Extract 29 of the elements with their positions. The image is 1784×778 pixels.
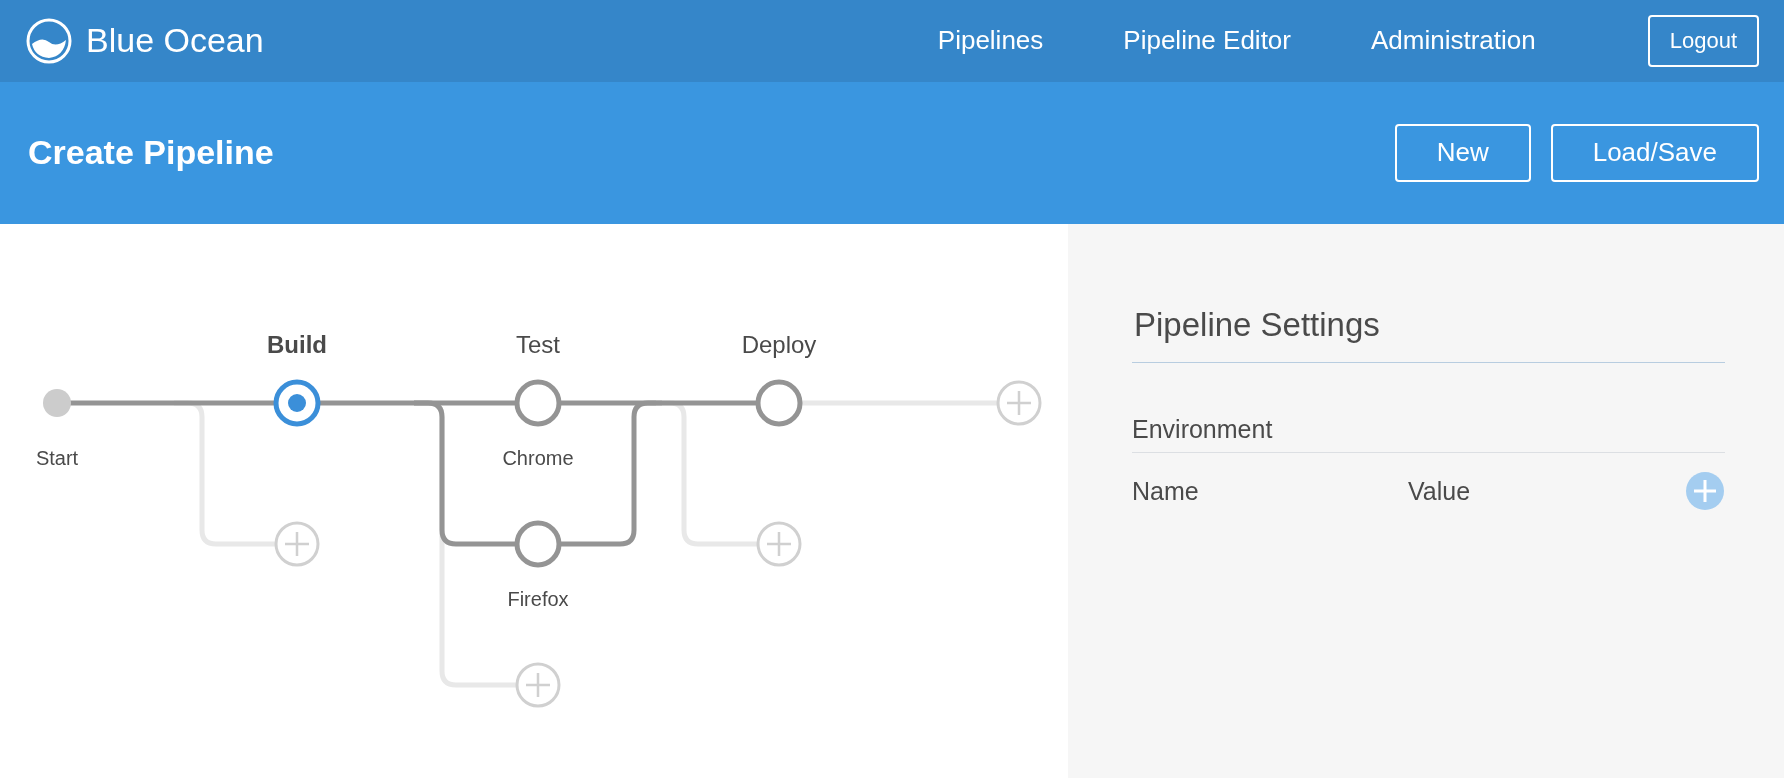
header-button[interactable]: Load/Save	[1550, 123, 1759, 182]
stage-node[interactable]	[514, 520, 562, 568]
add-branch-button[interactable]	[515, 662, 561, 708]
nav-link[interactable]: Administration	[1370, 25, 1536, 57]
branch-label: Chrome	[502, 447, 574, 469]
start-node	[43, 389, 71, 417]
stage-node[interactable]	[514, 379, 562, 427]
stage-label: Test	[516, 331, 560, 358]
page-title: Create Pipeline	[28, 133, 274, 173]
nav-link[interactable]: Pipelines	[937, 25, 1044, 57]
nav-link[interactable]: Pipeline Editor	[1123, 25, 1291, 57]
branch-label: Firefox	[507, 588, 569, 610]
add-branch-button[interactable]	[274, 521, 320, 567]
stage-label: Build	[267, 331, 327, 358]
logout-button[interactable]: Logout	[1647, 14, 1759, 67]
add-icon[interactable]	[1685, 471, 1725, 511]
header-button[interactable]: New	[1394, 123, 1531, 182]
column-header: Value	[1408, 476, 1472, 506]
stage-node[interactable]	[755, 379, 803, 427]
stage-label: Deploy	[741, 331, 817, 358]
section-title: Environment	[1132, 415, 1725, 453]
column-header: Name	[1132, 476, 1200, 506]
panel-title: Pipeline Settings	[1132, 306, 1725, 363]
add-stage-button[interactable]	[996, 380, 1042, 426]
stage-node[interactable]	[273, 379, 321, 427]
logo-icon	[26, 17, 72, 64]
app-title: Blue Ocean	[86, 21, 264, 61]
add-branch-button[interactable]	[756, 521, 802, 567]
start-label: Start	[35, 447, 79, 469]
